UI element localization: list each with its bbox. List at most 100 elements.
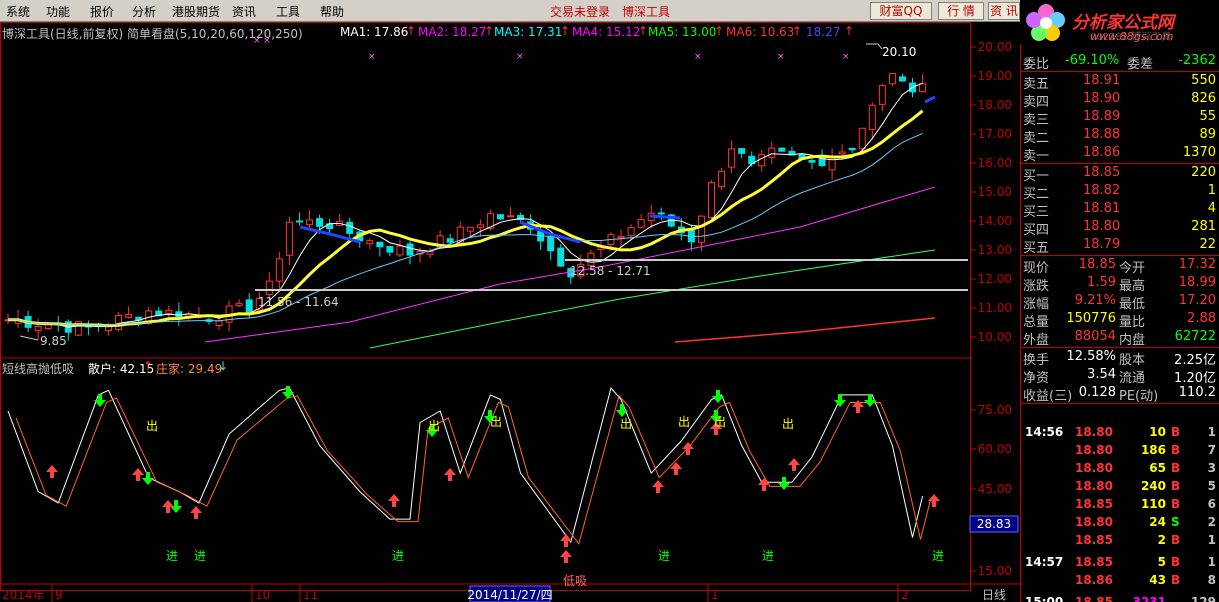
- candle-body: [235, 302, 243, 307]
- menu-system[interactable]: 系统: [6, 3, 30, 20]
- candle-body: [446, 238, 454, 243]
- chart-area[interactable]: 20.00 19.00 18.00 17.00 16.00 15.00 14.00 13.00…: [0, 22, 1020, 602]
- ma-legend-item: MA6: 10.63: [726, 25, 795, 39]
- candle-body: [919, 83, 927, 93]
- ask-price: 18.89: [1083, 109, 1121, 124]
- indicator-title: 短线高抛低吸: [2, 362, 75, 376]
- indicator-axis-label: 75.00: [978, 403, 1012, 417]
- stat2-value: 0.128: [1078, 385, 1116, 400]
- tick-row: 18.80 240 B 5: [1021, 478, 1219, 496]
- stat-value: 2.88: [1187, 311, 1216, 326]
- bid-label: 买五: [1023, 241, 1050, 256]
- stat-value: 9.21%: [1074, 293, 1116, 308]
- period-label: 日线: [982, 588, 1006, 602]
- tick-row: 15:00 18.85 3231 129: [1021, 594, 1219, 602]
- candle-body: [657, 212, 665, 215]
- price-axis-label: 10.00: [978, 330, 1012, 344]
- ma-arrow-icon: ↑: [560, 24, 571, 38]
- stat-row: 总量 150776 量比 2.88: [1021, 310, 1219, 330]
- tick-count: 6: [1207, 497, 1216, 511]
- candle-body: [386, 246, 394, 253]
- stock-name-link[interactable]: 博深工具: [622, 3, 670, 20]
- date-axis-label: 1: [711, 588, 719, 602]
- menu-analysis[interactable]: 分析: [132, 3, 156, 20]
- candle-body: [557, 247, 565, 267]
- weicha-label: 委差: [1127, 57, 1154, 72]
- support-label-2: 11.56 - 11.64: [258, 295, 339, 309]
- candle-body: [547, 236, 555, 252]
- ask-volume: 550: [1191, 73, 1216, 88]
- tick-time: 15:00: [1025, 595, 1064, 602]
- tick-row: 18.80 186 B 7: [1021, 442, 1219, 460]
- tick-row: 18.80 24 S 2: [1021, 514, 1219, 532]
- sell-arrow-icon: [712, 390, 724, 403]
- ask-price: 18.90: [1083, 91, 1121, 106]
- ma-arrow-icon: ↑: [406, 24, 417, 38]
- candle-body: [507, 215, 514, 218]
- tick-volume: 43: [1149, 573, 1166, 587]
- candle-body: [697, 215, 705, 243]
- price-axis-label: 15.00: [978, 185, 1012, 199]
- out-signal-label: 出: [146, 419, 158, 433]
- bid-row: 买四 18.80 281: [1021, 218, 1219, 238]
- stat-value: 88054: [1074, 329, 1116, 344]
- bid-volume: 22: [1199, 237, 1216, 252]
- current-date-label: 2014/11/27/四: [467, 588, 552, 602]
- tick-count: 7: [1207, 443, 1216, 457]
- stat2-label: PE(动): [1119, 389, 1159, 404]
- signal-mark: ×: [368, 52, 376, 62]
- menu-quote[interactable]: 报价: [90, 3, 114, 20]
- price-axis-label: 19.00: [978, 69, 1012, 83]
- price-axis-label: 13.00: [978, 243, 1012, 257]
- chart-canvas[interactable]: 20.00 19.00 18.00 17.00 16.00 15.00 14.00 13.00…: [0, 22, 1020, 602]
- tick-row: 14:57 18.85 5 B 1: [1021, 554, 1219, 572]
- tick-price: 18.85: [1075, 497, 1113, 511]
- menu-tools[interactable]: 工具: [276, 3, 300, 20]
- login-status-link[interactable]: 交易未登录: [550, 3, 610, 20]
- wealth-qq-button[interactable]: 财富QQ: [870, 2, 932, 20]
- ask-price: 18.88: [1083, 127, 1121, 142]
- candle-body: [115, 315, 123, 330]
- market-button[interactable]: 行 情: [938, 2, 984, 20]
- indicator-axis-label: 60.00: [978, 442, 1012, 456]
- buy-arrow-icon: [560, 550, 572, 563]
- date-axis-label: 11: [303, 588, 318, 602]
- candle-body: [165, 309, 173, 314]
- menu-help[interactable]: 帮助: [320, 3, 344, 20]
- stat-label: 外盘: [1023, 333, 1050, 348]
- tick-count: 1: [1207, 555, 1216, 569]
- indicator-current-value: 28.83: [977, 517, 1011, 531]
- lowbuy-signal-label: 低吸: [563, 574, 587, 588]
- candle-body: [728, 148, 736, 168]
- candle-body: [275, 258, 283, 282]
- menu-news[interactable]: 资讯: [232, 3, 256, 20]
- tick-volume: 110: [1140, 497, 1166, 511]
- stat-row: 现价 18.85 今开 17.32: [1021, 256, 1219, 276]
- candle-body: [637, 219, 645, 228]
- tick-side: B: [1171, 497, 1181, 511]
- candle-body: [215, 320, 223, 326]
- stat2-row: 净资 3.54 流通 1.20亿: [1021, 366, 1219, 386]
- signal-mark: ×: [516, 52, 524, 62]
- tick-volume: 186: [1140, 443, 1166, 457]
- stat-row: 涨跌 1.59 最高 18.99: [1021, 274, 1219, 294]
- candle-body: [265, 280, 273, 296]
- tick-side: B: [1171, 425, 1181, 439]
- news-button[interactable]: 资 讯: [988, 2, 1020, 20]
- in-signal-label: 进: [762, 549, 774, 563]
- candle-body: [245, 299, 253, 314]
- tick-volume: 10: [1149, 425, 1166, 439]
- candle-body: [888, 73, 896, 85]
- tick-price: 18.85: [1075, 533, 1113, 547]
- ma2-line: [7, 109, 924, 328]
- ask-row: 卖四 18.90 826: [1021, 90, 1219, 110]
- candle-body: [808, 159, 816, 163]
- menu-function[interactable]: 功能: [46, 3, 70, 20]
- menu-hk-futures[interactable]: 港股期货: [172, 3, 220, 20]
- low-pointer: [19, 335, 39, 341]
- out-signal-label: 出: [678, 415, 690, 429]
- stat-value: 18.85: [1078, 257, 1116, 272]
- tick-row: 14:56 18.80 10 B 1: [1021, 424, 1219, 442]
- tick-price: 18.80: [1075, 515, 1113, 529]
- buy-arrow-icon: [928, 494, 940, 507]
